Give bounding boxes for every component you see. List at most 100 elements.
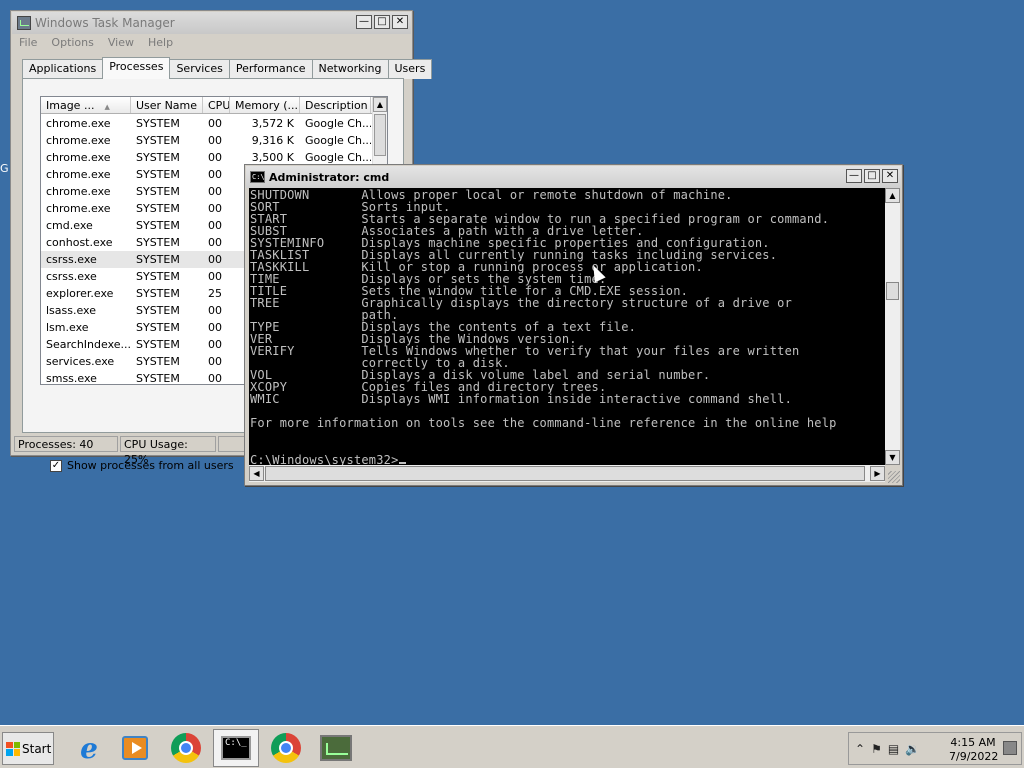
process-cpu: 00: [208, 304, 222, 317]
taskbar-internet-explorer[interactable]: e: [66, 729, 112, 767]
media-player-icon: [122, 736, 148, 760]
taskbar-media-player[interactable]: [112, 729, 158, 767]
scroll-thumb-horizontal[interactable]: [265, 466, 865, 481]
process-image-name: chrome.exe: [46, 134, 111, 147]
desktop-icon-label-fragment[interactable]: G: [0, 162, 9, 175]
process-user-name: SYSTEM: [136, 287, 180, 300]
process-cpu: 25: [208, 287, 222, 300]
tab-services[interactable]: Services: [169, 59, 230, 79]
resize-grip-icon[interactable]: [888, 471, 900, 483]
clock-time: 4:15 AM: [950, 736, 996, 749]
process-image-name: chrome.exe: [46, 117, 111, 130]
task-manager-app-icon: [17, 16, 31, 30]
maximize-button[interactable]: □: [374, 15, 390, 29]
column-header-image[interactable]: Image ... ▲: [41, 97, 131, 113]
process-image-name: lsass.exe: [46, 304, 96, 317]
process-user-name: SYSTEM: [136, 117, 180, 130]
process-user-name: SYSTEM: [136, 219, 180, 232]
process-cpu: 00: [208, 270, 222, 283]
minimize-button[interactable]: —: [846, 169, 862, 183]
scroll-right-arrow-icon[interactable]: ▶: [870, 466, 885, 481]
action-center-flag-icon[interactable]: ⚑: [871, 742, 882, 756]
menu-file[interactable]: File: [19, 36, 37, 49]
tab-processes[interactable]: Processes: [102, 57, 171, 79]
table-row[interactable]: chrome.exe SYSTEM 00 3,572 K Google Ch...: [41, 115, 374, 132]
internet-explorer-icon: e: [80, 731, 98, 765]
cmd-app-icon: C:\: [250, 171, 265, 183]
process-image-name: chrome.exe: [46, 185, 111, 198]
process-user-name: SYSTEM: [136, 304, 180, 317]
menu-view[interactable]: View: [108, 36, 134, 49]
process-image-name: services.exe: [46, 355, 115, 368]
tab-performance[interactable]: Performance: [228, 59, 313, 79]
scroll-left-arrow-icon[interactable]: ◀: [249, 466, 264, 481]
taskbar: Start e C:\_ ⌃ ⚑ ▤ 🔉 4:15 AM 7/9/2022: [0, 725, 1024, 768]
show-all-users-checkbox[interactable]: ✓: [50, 459, 62, 472]
status-processes: Processes: 40: [14, 436, 118, 452]
process-image-name: explorer.exe: [46, 287, 114, 300]
table-row[interactable]: chrome.exe SYSTEM 00 9,316 K Google Ch...: [41, 132, 374, 149]
cmd-window[interactable]: C:\ Administrator: cmd — □ ✕ SHUTDOWN Al…: [244, 164, 903, 486]
cmd-icon: C:\_: [221, 736, 251, 760]
process-cpu: 00: [208, 168, 222, 181]
taskbar-chrome-2[interactable]: [263, 729, 309, 767]
show-desktop-button[interactable]: [1003, 741, 1017, 755]
column-header-user[interactable]: User Name: [131, 97, 203, 113]
process-user-name: SYSTEM: [136, 202, 180, 215]
volume-icon[interactable]: 🔉: [905, 742, 920, 756]
console-horizontal-scrollbar[interactable]: ◀ ▶: [249, 465, 885, 482]
process-user-name: SYSTEM: [136, 236, 180, 249]
cmd-title: Administrator: cmd: [269, 170, 390, 184]
menu-options[interactable]: Options: [51, 36, 93, 49]
chrome-icon: [271, 733, 301, 763]
column-header-cpu[interactable]: CPU: [203, 97, 230, 113]
console-output[interactable]: SHUTDOWN Allows proper local or remote s…: [249, 188, 885, 465]
task-manager-titlebar[interactable]: Windows Task Manager — □ ✕: [12, 12, 411, 34]
process-user-name: SYSTEM: [136, 134, 180, 147]
close-button[interactable]: ✕: [392, 15, 408, 29]
windows-logo-icon: [6, 741, 20, 756]
process-image-name: smss.exe: [46, 372, 97, 385]
process-description: Google Ch...: [305, 134, 371, 147]
process-cpu: 00: [208, 372, 222, 385]
taskbar-chrome[interactable]: [163, 729, 209, 767]
column-header-memory[interactable]: Memory (...: [230, 97, 300, 113]
process-cpu: 00: [208, 185, 222, 198]
process-cpu: 00: [208, 321, 222, 334]
scroll-up-arrow-icon[interactable]: ▲: [885, 188, 900, 203]
show-all-users-label: Show processes from all users: [67, 459, 234, 472]
clock[interactable]: 4:15 AM 7/9/2022: [949, 736, 998, 764]
process-cpu: 00: [208, 202, 222, 215]
tab-users[interactable]: Users: [387, 59, 433, 79]
console-line: For more information on tools see the co…: [250, 416, 837, 430]
process-user-name: SYSTEM: [136, 151, 180, 164]
taskbar-task-manager[interactable]: [313, 729, 359, 767]
process-cpu: 00: [208, 253, 222, 266]
tab-applications[interactable]: Applications: [22, 59, 104, 79]
tab-networking[interactable]: Networking: [311, 59, 389, 79]
process-user-name: SYSTEM: [136, 321, 180, 334]
start-label: Start: [22, 741, 52, 756]
maximize-button[interactable]: □: [864, 169, 880, 183]
start-button[interactable]: Start: [2, 732, 54, 765]
cmd-titlebar[interactable]: C:\ Administrator: cmd — □ ✕: [246, 166, 901, 188]
process-image-name: lsm.exe: [46, 321, 89, 334]
column-header-description[interactable]: Description: [300, 97, 371, 113]
menu-help[interactable]: Help: [148, 36, 173, 49]
console-cursor: [398, 453, 406, 464]
network-icon[interactable]: ▤: [888, 742, 899, 756]
scroll-down-arrow-icon[interactable]: ▼: [885, 450, 900, 465]
scroll-thumb[interactable]: [374, 114, 386, 156]
minimize-button[interactable]: —: [356, 15, 372, 29]
scroll-thumb[interactable]: [886, 282, 899, 300]
process-memory: 3,572 K: [251, 117, 294, 130]
close-button[interactable]: ✕: [882, 169, 898, 183]
tab-strip: Applications Processes Services Performa…: [22, 57, 433, 79]
process-image-name: csrss.exe: [46, 253, 97, 266]
menu-bar: File Options View Help: [19, 36, 173, 49]
console-vertical-scrollbar[interactable]: ▲ ▼: [885, 188, 900, 465]
show-hidden-icons-chevron-icon[interactable]: ⌃: [855, 742, 865, 756]
scroll-up-arrow-icon[interactable]: ▲: [373, 97, 387, 112]
process-user-name: SYSTEM: [136, 253, 180, 266]
taskbar-cmd[interactable]: C:\_: [213, 729, 259, 767]
